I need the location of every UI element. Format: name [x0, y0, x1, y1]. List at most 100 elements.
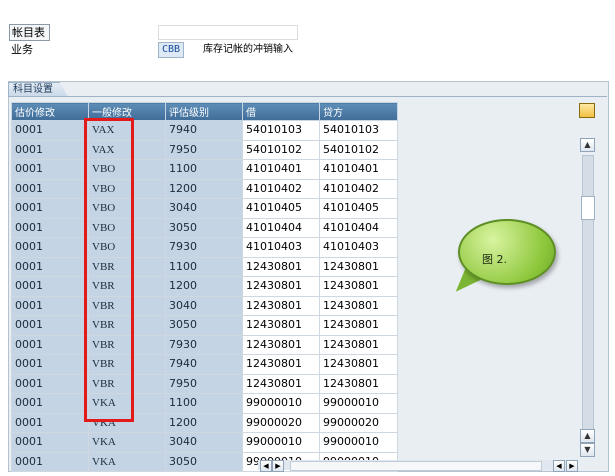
table-cell: 7950 — [165, 373, 243, 394]
table-cell[interactable]: 41010402 — [242, 178, 320, 199]
table-cell[interactable]: 12430801 — [242, 354, 320, 375]
table-cell: 1200 — [165, 412, 243, 433]
table-cell[interactable]: 12430801 — [319, 295, 398, 316]
table-row[interactable]: 0001 VKA 1200 99000020 99000020 — [11, 412, 398, 433]
account-table-field[interactable] — [158, 25, 298, 40]
callout-label: 图 2. — [482, 253, 507, 266]
scroll-up-icon[interactable]: ▲ — [580, 138, 595, 152]
table-cell[interactable]: 12430801 — [319, 373, 398, 394]
table-cell: 3040 — [165, 198, 243, 219]
table-cell: 0001 — [11, 354, 89, 375]
table-cell: 0001 — [11, 198, 89, 219]
table-row[interactable]: 0001 VBO 1100 41010401 41010401 — [11, 159, 398, 180]
table-row[interactable]: 0001 VKA 3040 99000010 99000010 — [11, 432, 398, 453]
table-settings-icon[interactable] — [579, 103, 595, 118]
table-cell: 7950 — [165, 139, 243, 160]
table-cell: 3050 — [165, 315, 243, 336]
table-cell[interactable]: 99000010 — [319, 393, 398, 414]
table-row[interactable]: 0001 VBO 3040 41010405 41010405 — [11, 198, 398, 219]
table-cell: 0001 — [11, 159, 89, 180]
scroll-right-icon[interactable]: ▶ — [272, 460, 284, 472]
table-row[interactable]: 0001 VBR 3040 12430801 12430801 — [11, 295, 398, 316]
table-cell: 0001 — [11, 334, 89, 355]
table-row[interactable]: 0001 VBR 7930 12430801 12430801 — [11, 334, 398, 355]
table-cell: 0001 — [11, 178, 89, 199]
table-cell: 0001 — [11, 256, 89, 277]
table-cell[interactable]: 99000010 — [319, 432, 398, 453]
table-row[interactable]: 0001 VBO 7930 41010403 41010403 — [11, 237, 398, 258]
tab-divider — [8, 96, 607, 97]
table-cell: 0001 — [11, 295, 89, 316]
column-header[interactable]: 借 — [242, 102, 320, 121]
table-cell[interactable]: 12430801 — [242, 295, 320, 316]
table-cell: VBR — [88, 315, 166, 336]
table-row[interactable]: 0001 VBO 3050 41010404 41010404 — [11, 217, 398, 238]
table-cell: VKA — [88, 412, 166, 433]
table-cell[interactable]: 54010102 — [319, 139, 398, 160]
table-cell[interactable]: 54010102 — [242, 139, 320, 160]
table-cell[interactable]: 54010103 — [242, 120, 320, 141]
table-cell[interactable]: 41010401 — [319, 159, 398, 180]
table-cell: VAX — [88, 120, 166, 141]
table-cell[interactable]: 99000020 — [242, 412, 320, 433]
scroll-left-icon[interactable]: ◀ — [553, 460, 565, 472]
table-cell[interactable]: 41010403 — [319, 237, 398, 258]
table-cell[interactable]: 41010404 — [242, 217, 320, 238]
column-header[interactable]: 评估级别 — [165, 102, 243, 121]
table-cell: 0001 — [11, 432, 89, 453]
table-cell[interactable]: 41010402 — [319, 178, 398, 199]
table-cell[interactable]: 12430801 — [319, 256, 398, 277]
column-header[interactable]: 估价修改 — [11, 102, 89, 121]
table-row[interactable]: 0001 VKA 1100 99000010 99000010 — [11, 393, 398, 414]
scroll-up-icon[interactable]: ▲ — [580, 429, 595, 443]
table-cell[interactable]: 12430801 — [319, 315, 398, 336]
table-cell[interactable]: 12430801 — [319, 354, 398, 375]
table-cell[interactable]: 12430801 — [319, 334, 398, 355]
table-cell: VBR — [88, 354, 166, 375]
table-row[interactable]: 0001 VBR 1100 12430801 12430801 — [11, 256, 398, 277]
table-cell[interactable]: 12430801 — [319, 276, 398, 297]
horizontal-scroll-thumb[interactable] — [290, 461, 542, 471]
table-cell: VAX — [88, 139, 166, 160]
business-code-field[interactable]: CBB — [158, 42, 184, 58]
table-cell[interactable]: 12430801 — [242, 276, 320, 297]
table-cell[interactable]: 99000010 — [242, 432, 320, 453]
table-cell[interactable]: 41010405 — [319, 198, 398, 219]
account-table-label: 帐目表 — [9, 24, 50, 41]
table-cell: 0001 — [11, 217, 89, 238]
table-cell: 0001 — [11, 139, 89, 160]
table-row[interactable]: 0001 VBR 7950 12430801 12430801 — [11, 373, 398, 394]
table-row[interactable]: 0001 VBR 7940 12430801 12430801 — [11, 354, 398, 375]
table-row[interactable]: 0001 VAX 7950 54010102 54010102 — [11, 139, 398, 160]
scroll-right-icon[interactable]: ▶ — [566, 460, 578, 472]
table-row[interactable]: 0001 VBR 1200 12430801 12430801 — [11, 276, 398, 297]
table-cell: 7930 — [165, 237, 243, 258]
table-cell[interactable]: 99000010 — [242, 393, 320, 414]
table-cell[interactable]: 99000020 — [319, 412, 398, 433]
table-cell[interactable]: 41010405 — [242, 198, 320, 219]
table-cell[interactable]: 12430801 — [242, 334, 320, 355]
table-cell[interactable]: 12430801 — [242, 373, 320, 394]
table-cell: VBR — [88, 276, 166, 297]
table-cell: 1100 — [165, 256, 243, 277]
table-cell[interactable]: 41010404 — [319, 217, 398, 238]
table-cell: 1100 — [165, 393, 243, 414]
column-header[interactable]: 一般修改 — [88, 102, 166, 121]
scroll-down-icon[interactable]: ▼ — [580, 443, 595, 457]
table-row[interactable]: 0001 VBO 1200 41010402 41010402 — [11, 178, 398, 199]
table-cell[interactable]: 41010401 — [242, 159, 320, 180]
table-cell[interactable]: 12430801 — [242, 256, 320, 277]
table-row[interactable]: 0001 VAX 7940 54010103 54010103 — [11, 120, 398, 141]
table-cell: VBR — [88, 334, 166, 355]
column-header[interactable]: 贷方 — [319, 102, 398, 121]
table-cell[interactable]: 54010103 — [319, 120, 398, 141]
scroll-thumb[interactable] — [581, 196, 595, 220]
table-cell: 1200 — [165, 178, 243, 199]
table-cell: VBO — [88, 159, 166, 180]
tab-account-settings[interactable]: 科目设置 — [8, 82, 68, 97]
table-cell: VBO — [88, 217, 166, 238]
scroll-left-icon[interactable]: ◀ — [260, 460, 272, 472]
table-row[interactable]: 0001 VBR 3050 12430801 12430801 — [11, 315, 398, 336]
table-cell[interactable]: 12430801 — [242, 315, 320, 336]
table-cell[interactable]: 41010403 — [242, 237, 320, 258]
